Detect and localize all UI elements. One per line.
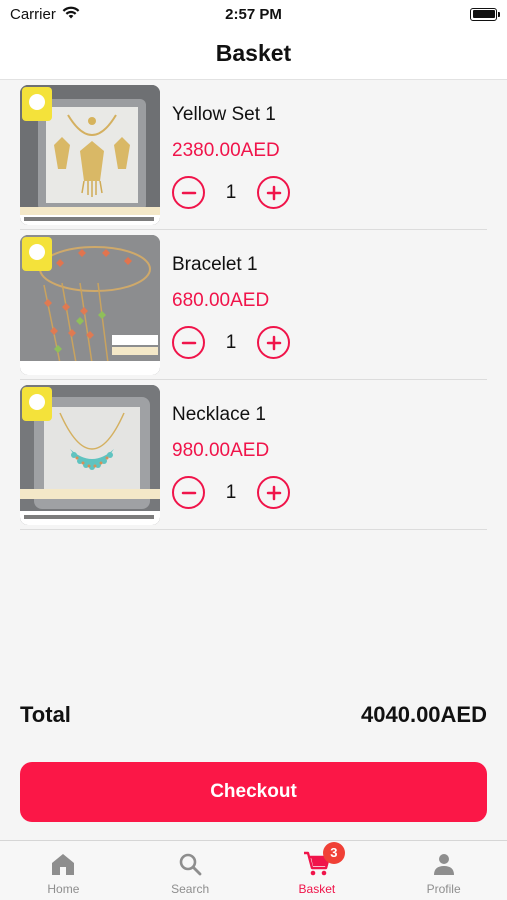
tab-label: Basket [298, 881, 336, 896]
tab-profile[interactable]: Profile [380, 841, 507, 900]
total-label: Total [20, 702, 71, 727]
plus-icon [266, 335, 281, 350]
tab-label: Profile [426, 881, 461, 896]
total-value: 4040.00AED [361, 702, 487, 727]
item-info: Bracelet 1 680.00AED 1 [172, 250, 290, 359]
person-icon [433, 853, 454, 875]
decrease-quantity-button[interactable] [172, 476, 205, 509]
tab-basket[interactable]: 3 Basket [254, 841, 381, 900]
status-bar: Carrier 2:57 PM [0, 0, 507, 28]
wifi-icon [62, 6, 80, 23]
home-icon [52, 853, 75, 875]
item-info: Yellow Set 1 2380.00AED 1 [172, 100, 290, 209]
quantity-value: 1 [225, 481, 237, 503]
nav-header: Basket [0, 28, 507, 80]
increase-quantity-button[interactable] [257, 326, 290, 359]
quantity-stepper: 1 [172, 476, 290, 509]
item-price: 680.00AED [172, 290, 270, 311]
search-icon [179, 853, 202, 875]
tab-label: Home [47, 881, 80, 896]
basket-item: Yellow Set 1 2380.00AED 1 [20, 80, 487, 230]
minus-icon [181, 191, 196, 194]
increase-quantity-button[interactable] [257, 176, 290, 209]
quantity-stepper: 1 [172, 326, 290, 359]
minus-icon [181, 491, 196, 494]
item-price: 2380.00AED [172, 140, 280, 161]
basket-item: Necklace 1 980.00AED 1 [20, 380, 487, 530]
increase-quantity-button[interactable] [257, 476, 290, 509]
carrier-label: Carrier [10, 5, 56, 23]
tab-search[interactable]: Search [127, 841, 254, 900]
total-row: Total 4040.00AED [20, 702, 487, 728]
jewelry-set-photo[interactable] [20, 84, 160, 225]
item-info: Necklace 1 980.00AED 1 [172, 400, 290, 509]
decrease-quantity-button[interactable] [172, 176, 205, 209]
plus-icon [266, 185, 281, 200]
item-price: 980.00AED [172, 440, 270, 461]
page-title: Basket [215, 40, 292, 66]
item-name: Yellow Set 1 [172, 104, 276, 125]
decrease-quantity-button[interactable] [172, 326, 205, 359]
plus-icon [266, 485, 281, 500]
item-name: Necklace 1 [172, 404, 266, 425]
quantity-value: 1 [225, 181, 237, 203]
basket-item: Bracelet 1 680.00AED 1 [20, 230, 487, 380]
tab-label: Search [171, 881, 210, 896]
necklace-photo[interactable] [20, 384, 160, 525]
quantity-value: 1 [225, 331, 237, 353]
battery-icon [470, 7, 500, 21]
cart-count-badge: 3 [322, 841, 345, 864]
bracelet-photo[interactable] [20, 234, 160, 375]
status-left: Carrier [10, 6, 80, 23]
tab-home[interactable]: Home [0, 841, 127, 900]
checkout-button[interactable]: Checkout [20, 762, 487, 822]
tab-bar: Home Search 3 Basket Profile [0, 840, 507, 900]
minus-icon [181, 341, 196, 344]
basket-list: Yellow Set 1 2380.00AED 1 Bracelet 1 680… [20, 80, 487, 530]
quantity-stepper: 1 [172, 176, 290, 209]
item-name: Bracelet 1 [172, 254, 258, 275]
